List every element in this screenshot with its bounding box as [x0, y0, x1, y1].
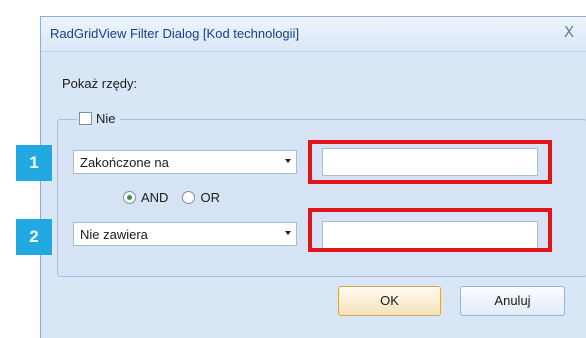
negate-checkbox[interactable]: Nie: [77, 109, 120, 127]
negate-checkbox-label: Nie: [96, 110, 116, 126]
highlight-box-1: [308, 140, 552, 184]
cancel-button[interactable]: Anuluj: [460, 286, 565, 316]
filter1-operator-value: Zakończone na: [80, 155, 169, 170]
dialog-title: RadGridView Filter Dialog [Kod technolog…: [50, 26, 300, 41]
title-bar: RadGridView Filter Dialog [Kod technolog…: [41, 17, 586, 52]
step-badge-1: 1: [16, 145, 52, 181]
ok-button[interactable]: OK: [338, 286, 441, 316]
or-radio[interactable]: [182, 191, 196, 204]
logic-operator-group: AND OR: [123, 190, 220, 205]
or-radio-label: OR: [200, 190, 220, 205]
show-rows-label: Pokaż rzędy:: [62, 76, 138, 91]
filter2-operator-value: Nie zawiera: [80, 227, 148, 242]
and-radio-label: AND: [141, 190, 169, 205]
step-badge-2: 2: [16, 219, 52, 255]
chevron-down-icon[interactable]: [285, 231, 291, 235]
filter2-operator-dropdown[interactable]: Nie zawiera: [73, 222, 297, 246]
highlight-box-2: [308, 208, 552, 252]
close-icon[interactable]: X: [560, 23, 578, 41]
chevron-down-icon[interactable]: [285, 159, 291, 163]
checkbox-icon[interactable]: [79, 111, 92, 125]
and-radio[interactable]: [123, 191, 136, 204]
filter1-operator-dropdown[interactable]: Zakończone na: [73, 150, 297, 174]
